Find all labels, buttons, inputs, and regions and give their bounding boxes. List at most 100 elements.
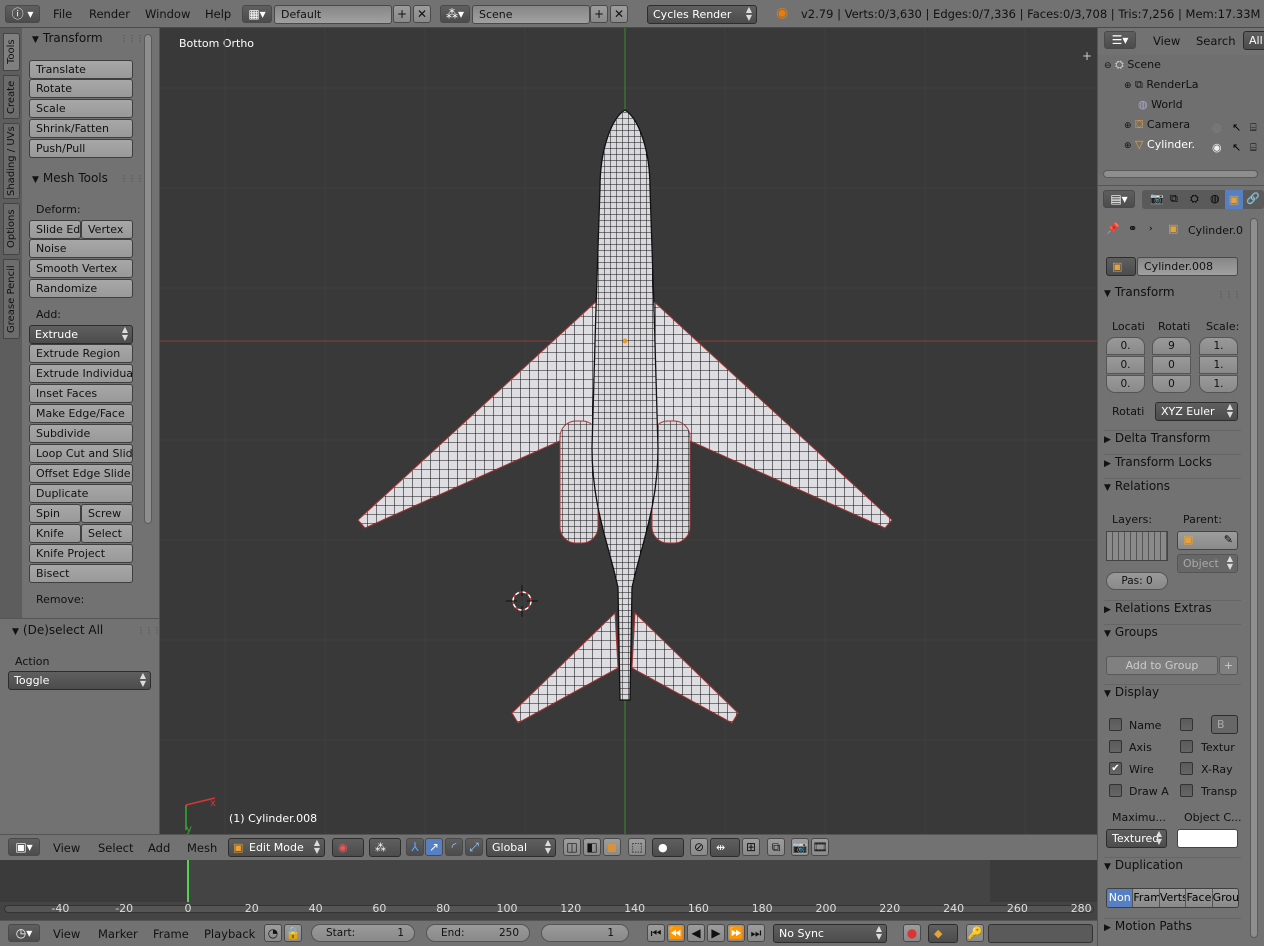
panel-grip-icon[interactable]: ⋮⋮⋮ — [120, 34, 144, 43]
play-reverse-icon[interactable]: ◀ — [687, 924, 705, 942]
menu-render[interactable]: Render — [89, 7, 130, 21]
outliner-item-renderlayers[interactable]: ⊕ ⧉ RenderLa — [1124, 78, 1198, 92]
extrude-individual-button[interactable]: Extrude Individual — [29, 364, 133, 383]
layers-tab-icon[interactable]: ⧉ — [1170, 192, 1178, 206]
offset-edge-slide-button[interactable]: Offset Edge Slide — [29, 464, 133, 483]
menu-file[interactable]: File — [53, 7, 72, 21]
mode-dropdown[interactable]: ▣ Edit Mode ▲ ▼ — [228, 838, 325, 857]
dup-none-option[interactable]: Non — [1107, 889, 1133, 907]
snap-element-dropdown[interactable]: ⇹ — [710, 838, 740, 857]
outliner-menu-view[interactable]: View — [1153, 34, 1180, 48]
add-scene-icon[interactable]: + — [590, 5, 608, 23]
outliner-item-scene[interactable]: ⊖ ⛭ Scene — [1104, 58, 1161, 72]
dup-faces-option[interactable]: Face — [1185, 889, 1212, 907]
rotation-z-field[interactable]: 0 — [1152, 375, 1191, 393]
preview-range-icon[interactable]: ◔ — [264, 924, 282, 942]
render-tab-icon[interactable]: 📷 — [1150, 192, 1164, 205]
timeline-editor-type-icon[interactable]: ◷▾ — [8, 924, 40, 942]
edge-select-icon[interactable]: ◧ — [583, 838, 601, 856]
dup-group-option[interactable]: Grou — [1211, 889, 1238, 907]
menu-mesh[interactable]: Mesh — [187, 841, 217, 855]
sync-dropdown[interactable]: No Sync ▲ ▼ — [773, 924, 887, 943]
camera-render-icon[interactable]: ⌸ — [1250, 121, 1257, 135]
object-color-swatch[interactable] — [1177, 829, 1238, 848]
info-editor-icon[interactable]: ⓘ ▾ — [5, 5, 40, 23]
scene-selector-icon[interactable]: ⁂▾ — [440, 5, 470, 23]
duplication-section-header[interactable]: ▼ Duplication — [1104, 857, 1241, 879]
make-edge-face-button[interactable]: Make Edge/Face — [29, 404, 133, 423]
scene-name-field[interactable]: Scene — [472, 5, 590, 24]
duplicate-button[interactable]: Duplicate — [29, 484, 133, 503]
outliner-item-cylinder[interactable]: ⊕ ▽ Cylinder. — [1124, 138, 1195, 151]
object-tab-icon[interactable]: ▣ — [1225, 190, 1243, 209]
extrude-dropdown[interactable]: Extrude ▲ ▼ — [29, 325, 133, 344]
spin-button[interactable]: Spin — [29, 504, 81, 523]
menu-view[interactable]: View — [53, 841, 80, 855]
rotation-y-field[interactable]: 0 — [1152, 356, 1191, 374]
location-x-field[interactable]: 0. — [1106, 337, 1145, 355]
menu-window[interactable]: Window — [145, 7, 190, 21]
vertex-select-icon[interactable]: ◫ — [563, 838, 581, 856]
transform-locks-section-header[interactable]: ▶ Transform Locks — [1104, 454, 1241, 476]
cylinder-render-icon[interactable]: ⌸ — [1250, 141, 1257, 155]
wire-checkbox[interactable]: ✔ — [1109, 762, 1122, 775]
noise-button[interactable]: Noise — [29, 239, 133, 258]
camera-visibility-icon[interactable]: ◎ — [1212, 121, 1222, 134]
outliner-item-world[interactable]: ◍ World — [1138, 98, 1183, 111]
menu-select[interactable]: Select — [98, 841, 133, 855]
eyedropper-icon[interactable]: ✎ — [1224, 533, 1233, 546]
3d-viewport[interactable]: Bottom Ortho (1) Cylinder.008 x y + — [160, 28, 1097, 834]
tab-tools[interactable]: Tools — [3, 33, 20, 71]
scene-tab-icon[interactable]: ⛭ — [1190, 192, 1199, 206]
texture-space-checkbox[interactable] — [1180, 740, 1193, 753]
scale-x-field[interactable]: 1. — [1199, 337, 1238, 355]
snap-target-icon[interactable]: ⊞ — [742, 838, 760, 856]
subdivide-button[interactable]: Subdivide — [29, 424, 133, 443]
timeline-menu-playback[interactable]: Playback — [204, 927, 255, 941]
knife-button[interactable]: Knife — [29, 524, 81, 543]
timeline-menu-frame[interactable]: Frame — [153, 927, 189, 941]
keying-set-dropdown[interactable]: ◆ — [928, 924, 958, 943]
panel-grip-icon[interactable]: ⋮⋮⋮ — [120, 174, 144, 183]
outliner-scrollbar[interactable] — [1103, 170, 1258, 178]
next-keyframe-icon[interactable]: ⏩ — [727, 924, 745, 942]
relations-extras-section-header[interactable]: ▶ Relations Extras — [1104, 600, 1241, 622]
layout-name-field[interactable]: Default — [274, 5, 392, 24]
scale-y-field[interactable]: 1. — [1199, 356, 1238, 374]
axis-checkbox[interactable] — [1109, 740, 1122, 753]
lock-range-icon[interactable]: 🔒 — [284, 924, 302, 942]
rotate-manipulator-icon[interactable]: ◜ — [445, 838, 463, 856]
inset-faces-button[interactable]: Inset Faces — [29, 384, 133, 403]
render-camera-icon[interactable]: 📷 — [791, 838, 809, 856]
world-tab-icon[interactable]: ◍ — [1210, 192, 1220, 205]
remove-scene-icon[interactable]: ✕ — [610, 5, 628, 23]
remove-layout-icon[interactable]: ✕ — [413, 5, 431, 23]
play-icon[interactable]: ▶ — [707, 924, 725, 942]
limit-selection-icon[interactable]: ⬚ — [628, 838, 646, 856]
jump-start-icon[interactable]: ⏮ — [647, 924, 665, 942]
screw-button[interactable]: Screw — [81, 504, 133, 523]
keying-icon[interactable]: 🔑 — [966, 924, 984, 942]
cylinder-visibility-icon[interactable]: ◉ — [1212, 141, 1222, 154]
maximum-draw-type-dropdown[interactable]: Textured ▲ ▼ — [1106, 829, 1167, 848]
pin-icon[interactable]: 📌 — [1106, 222, 1120, 235]
scale-z-field[interactable]: 1. — [1199, 375, 1238, 393]
push-pull-button[interactable]: Push/Pull — [29, 139, 133, 158]
dup-frames-option[interactable]: Fram — [1132, 889, 1159, 907]
bounds-checkbox[interactable] — [1180, 718, 1193, 731]
extrude-region-button[interactable]: Extrude Region — [29, 344, 133, 363]
vertex-slide-button[interactable]: Vertex — [81, 220, 133, 239]
timeline-menu-view[interactable]: View — [53, 927, 80, 941]
scale-button[interactable]: Scale — [29, 99, 133, 118]
knife-select-button[interactable]: Select — [81, 524, 133, 543]
tab-shading-uvs[interactable]: Shading / UVs — [3, 123, 20, 199]
bisect-button[interactable]: Bisect — [29, 564, 133, 583]
face-select-icon[interactable]: ◼ — [603, 838, 621, 856]
menu-add[interactable]: Add — [148, 841, 170, 855]
constraints-tab-icon[interactable]: 🔗 — [1246, 192, 1260, 205]
parent-type-dropdown[interactable]: Object ▲ ▼ — [1177, 554, 1238, 573]
shrink-fatten-button[interactable]: Shrink/Fatten — [29, 119, 133, 138]
transform-panel-header[interactable]: ▼ Transform — [32, 31, 103, 45]
rotation-mode-dropdown[interactable]: XYZ Euler ▲ ▼ — [1155, 402, 1238, 421]
location-y-field[interactable]: 0. — [1106, 356, 1145, 374]
